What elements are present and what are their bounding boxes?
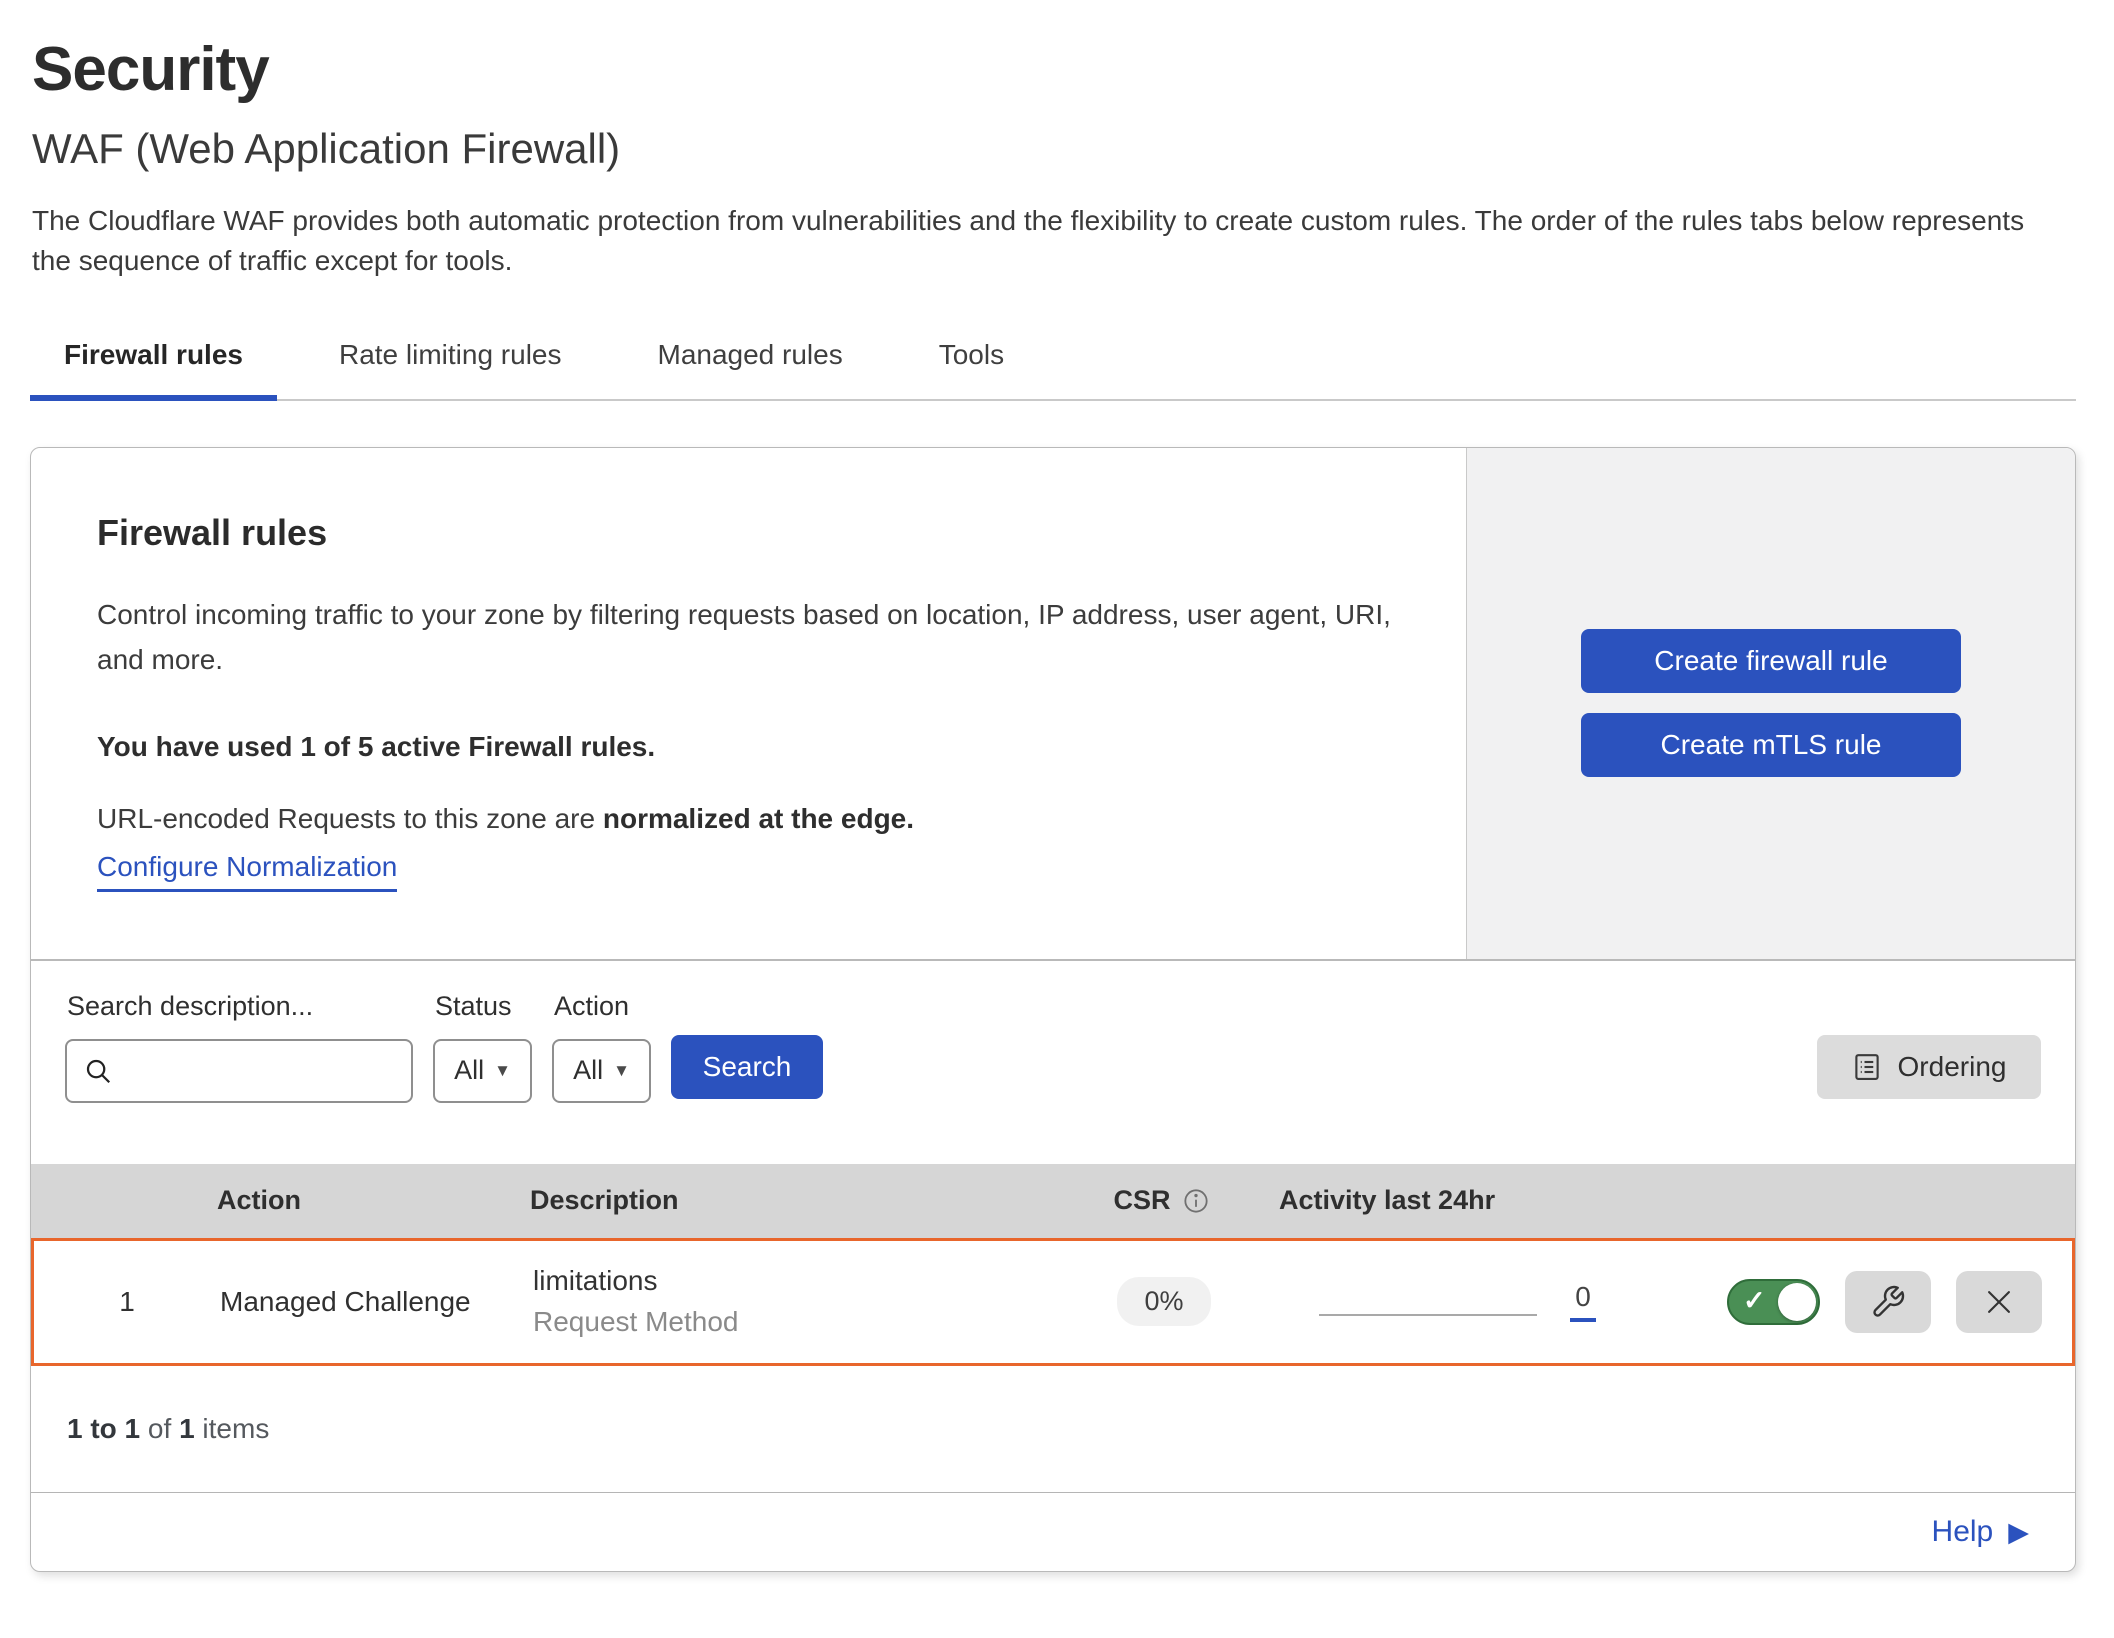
close-icon xyxy=(1982,1285,2016,1319)
chevron-down-icon: ▼ xyxy=(613,1061,630,1081)
tab-firewall-rules[interactable]: Firewall rules xyxy=(30,327,277,399)
row-description-main: limitations xyxy=(533,1265,1054,1297)
help-row: Help ▶ xyxy=(31,1492,2075,1571)
card-actions-panel: Create firewall rule Create mTLS rule xyxy=(1466,448,2075,959)
tab-tools[interactable]: Tools xyxy=(905,327,1038,399)
activity-value: 0 xyxy=(1570,1281,1596,1322)
row-controls: ✓ xyxy=(1727,1271,2072,1333)
status-group: Status All ▼ xyxy=(433,991,532,1103)
pagination-summary: 1 to 1 of 1 items xyxy=(31,1366,2075,1492)
ordering-list-icon xyxy=(1852,1052,1882,1082)
header-action: Action xyxy=(217,1185,530,1216)
help-label: Help xyxy=(1932,1515,1994,1549)
activity-underline xyxy=(1570,1318,1596,1322)
action-label: Action xyxy=(554,991,651,1022)
configure-normalization-link[interactable]: Configure Normalization xyxy=(97,851,397,892)
info-icon[interactable] xyxy=(1183,1188,1209,1214)
row-action: Managed Challenge xyxy=(220,1286,533,1318)
wrench-icon xyxy=(1870,1284,1906,1320)
chevron-down-icon: ▼ xyxy=(494,1061,511,1081)
tab-managed-rules[interactable]: Managed rules xyxy=(624,327,877,399)
row-description: limitations Request Method xyxy=(533,1265,1054,1338)
action-group: Action All ▼ xyxy=(552,991,651,1103)
header-description: Description xyxy=(530,1185,1051,1216)
card-top-section: Firewall rules Control incoming traffic … xyxy=(31,448,2075,961)
csr-badge: 0% xyxy=(1117,1277,1210,1326)
header-csr: CSR xyxy=(1051,1185,1271,1216)
range-text: 1 to 1 xyxy=(67,1413,140,1445)
firewall-rules-card: Firewall rules Control incoming traffic … xyxy=(30,447,2076,1572)
action-dropdown-value: All xyxy=(573,1055,603,1086)
row-description-sub: Request Method xyxy=(533,1306,1054,1338)
tab-rate-limiting-rules[interactable]: Rate limiting rules xyxy=(305,327,596,399)
ordering-button[interactable]: Ordering xyxy=(1817,1035,2041,1099)
card-description: Control incoming traffic to your zone by… xyxy=(97,592,1397,684)
check-icon: ✓ xyxy=(1743,1285,1766,1316)
page-description: The Cloudflare WAF provides both automat… xyxy=(32,201,2062,281)
create-firewall-rule-button[interactable]: Create firewall rule xyxy=(1581,629,1961,693)
toggle-knob xyxy=(1778,1283,1816,1321)
delete-rule-button[interactable] xyxy=(1956,1271,2042,1333)
search-input[interactable] xyxy=(125,1041,405,1101)
count-text: 1 xyxy=(179,1413,195,1445)
rule-enabled-toggle[interactable]: ✓ xyxy=(1727,1279,1820,1325)
table-header: Action Description CSR Activity last 24h… xyxy=(31,1164,2075,1238)
page-title: Security xyxy=(32,34,2114,105)
header-csr-label: CSR xyxy=(1113,1185,1170,1216)
status-label: Status xyxy=(435,991,532,1022)
row-index: 1 xyxy=(34,1286,220,1318)
help-arrow-icon: ▶ xyxy=(2008,1517,2029,1548)
status-dropdown[interactable]: All ▼ xyxy=(433,1039,532,1103)
search-button[interactable]: Search xyxy=(671,1035,823,1099)
row-activity: 0 ✓ xyxy=(1274,1271,2072,1333)
card-info: Firewall rules Control incoming traffic … xyxy=(31,448,1466,959)
table-row[interactable]: 1 Managed Challenge limitations Request … xyxy=(31,1238,2075,1366)
edit-rule-button[interactable] xyxy=(1845,1271,1931,1333)
tab-bar: Firewall rules Rate limiting rules Manag… xyxy=(30,327,2076,401)
usage-summary: You have used 1 of 5 active Firewall rul… xyxy=(97,731,1406,763)
create-mtls-rule-button[interactable]: Create mTLS rule xyxy=(1581,713,1961,777)
items-text: items xyxy=(195,1413,270,1445)
filter-bar: Search description... Status All ▼ Actio… xyxy=(31,961,2075,1164)
search-label: Search description... xyxy=(67,991,413,1022)
normalization-note: URL-encoded Requests to this zone are no… xyxy=(97,803,1406,835)
card-heading: Firewall rules xyxy=(97,512,1406,554)
activity-count-link[interactable]: 0 xyxy=(1575,1281,1591,1313)
search-icon xyxy=(83,1056,113,1086)
status-dropdown-value: All xyxy=(454,1055,484,1086)
action-dropdown[interactable]: All ▼ xyxy=(552,1039,651,1103)
help-link[interactable]: Help ▶ xyxy=(1932,1515,2029,1549)
page-subtitle: WAF (Web Application Firewall) xyxy=(32,125,2114,173)
normalization-bold: normalized at the edge. xyxy=(603,803,914,834)
search-box xyxy=(65,1039,413,1103)
activity-sparkline xyxy=(1319,1314,1537,1316)
header-activity: Activity last 24hr xyxy=(1271,1185,2075,1216)
ordering-button-label: Ordering xyxy=(1898,1051,2007,1083)
row-csr: 0% xyxy=(1054,1277,1274,1326)
normalization-text: URL-encoded Requests to this zone are xyxy=(97,803,603,834)
of-text: of xyxy=(140,1413,179,1445)
search-group: Search description... xyxy=(65,991,413,1103)
